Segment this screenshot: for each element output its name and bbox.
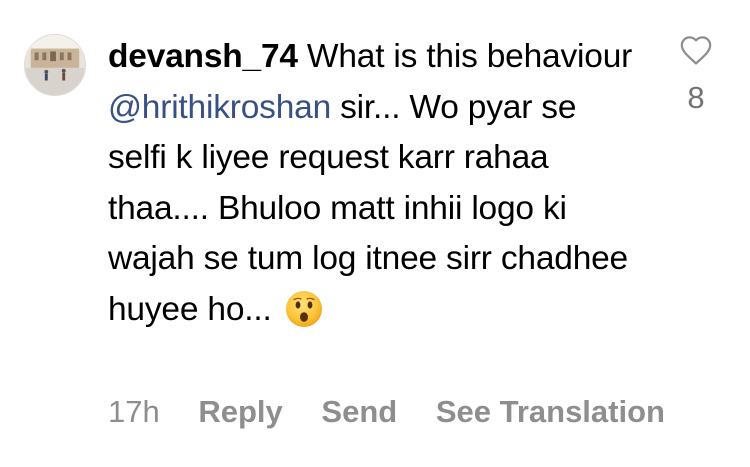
like-count: 8 <box>687 80 705 115</box>
reply-button[interactable]: Reply <box>198 390 282 434</box>
avatar-image <box>25 35 85 95</box>
mention-link[interactable]: @hrithikroshan <box>108 89 331 126</box>
heart-outline-icon[interactable] <box>679 34 713 66</box>
comment-body-start: What is this behaviour <box>297 38 633 75</box>
hushed-face-icon <box>285 290 322 327</box>
see-translation-button[interactable]: See Translation <box>436 390 665 434</box>
comment-username[interactable]: devansh_74 <box>108 38 298 75</box>
comment-meta: 17h Reply Send See Translation <box>108 390 665 434</box>
comment-timestamp: 17h <box>108 394 160 429</box>
comment-text: devansh_74 What is this behaviour @hrith… <box>108 32 638 335</box>
like-area: 8 <box>672 34 720 116</box>
avatar[interactable] <box>24 34 86 96</box>
send-button[interactable]: Send <box>321 390 397 434</box>
